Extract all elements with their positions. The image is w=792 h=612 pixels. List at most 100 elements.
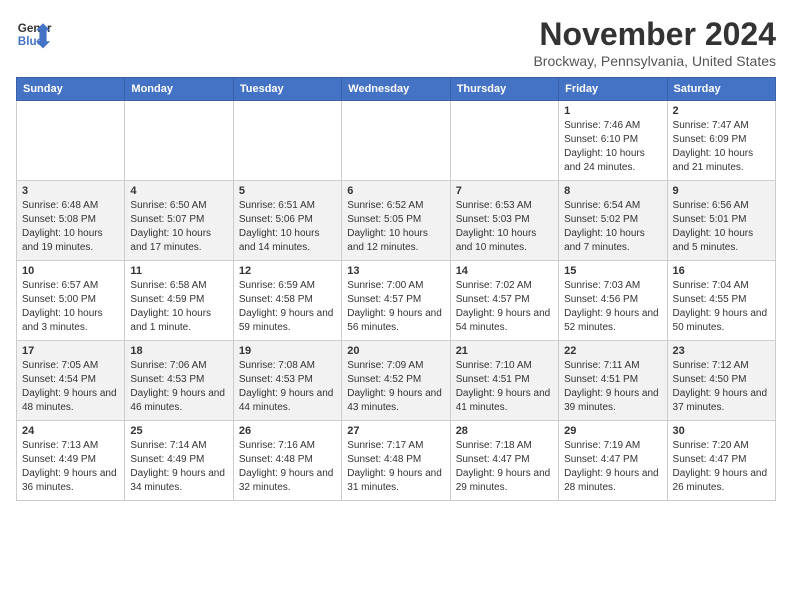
calendar-header: SundayMondayTuesdayWednesdayThursdayFrid… — [17, 78, 776, 101]
calendar-day-cell: 25 Sunrise: 7:14 AM Sunset: 4:49 PM Dayli… — [125, 421, 233, 501]
day-number: 19 — [239, 345, 336, 357]
calendar-week-row: 1 Sunrise: 7:46 AM Sunset: 6:10 PM Daylig… — [17, 101, 776, 181]
calendar-day-cell: 13 Sunrise: 7:00 AM Sunset: 4:57 PM Dayli… — [342, 261, 450, 341]
day-number: 24 — [22, 425, 119, 437]
calendar-day-cell: 19 Sunrise: 7:08 AM Sunset: 4:53 PM Dayli… — [233, 341, 341, 421]
day-number: 12 — [239, 265, 336, 277]
day-of-week-header: Tuesday — [233, 78, 341, 101]
days-of-week-row: SundayMondayTuesdayWednesdayThursdayFrid… — [17, 78, 776, 101]
day-number: 23 — [673, 345, 770, 357]
calendar-day-cell — [450, 101, 558, 181]
calendar-day-cell: 22 Sunrise: 7:11 AM Sunset: 4:51 PM Dayli… — [559, 341, 667, 421]
day-number: 11 — [130, 265, 227, 277]
day-number: 1 — [564, 105, 661, 117]
day-info: Sunrise: 7:03 AM Sunset: 4:56 PM Dayligh… — [564, 279, 661, 335]
calendar-day-cell: 23 Sunrise: 7:12 AM Sunset: 4:50 PM Dayli… — [667, 341, 775, 421]
calendar-day-cell — [342, 101, 450, 181]
day-info: Sunrise: 7:05 AM Sunset: 4:54 PM Dayligh… — [22, 359, 119, 415]
calendar-day-cell — [17, 101, 125, 181]
calendar-day-cell — [125, 101, 233, 181]
day-info: Sunrise: 7:12 AM Sunset: 4:50 PM Dayligh… — [673, 359, 770, 415]
day-number: 10 — [22, 265, 119, 277]
day-number: 8 — [564, 185, 661, 197]
day-number: 30 — [673, 425, 770, 437]
day-info: Sunrise: 7:46 AM Sunset: 6:10 PM Dayligh… — [564, 119, 661, 175]
day-number: 22 — [564, 345, 661, 357]
day-info: Sunrise: 7:20 AM Sunset: 4:47 PM Dayligh… — [673, 439, 770, 495]
day-number: 16 — [673, 265, 770, 277]
logo-icon: General Blue — [16, 16, 52, 52]
calendar-day-cell: 4Sunrise: 6:50 AM Sunset: 5:07 PM Daylig… — [125, 181, 233, 261]
day-info: Sunrise: 7:00 AM Sunset: 4:57 PM Dayligh… — [347, 279, 444, 335]
day-number: 7 — [456, 185, 553, 197]
calendar-day-cell: 26 Sunrise: 7:16 AM Sunset: 4:48 PM Dayli… — [233, 421, 341, 501]
calendar-day-cell: 30 Sunrise: 7:20 AM Sunset: 4:47 PM Dayli… — [667, 421, 775, 501]
day-of-week-header: Saturday — [667, 78, 775, 101]
day-info: Sunrise: 7:47 AM Sunset: 6:09 PM Dayligh… — [673, 119, 770, 175]
day-number: 3 — [22, 185, 119, 197]
calendar-day-cell: 3 Sunrise: 6:48 AM Sunset: 5:08 PM Daylig… — [17, 181, 125, 261]
calendar-day-cell: 18 Sunrise: 7:06 AM Sunset: 4:53 PM Dayli… — [125, 341, 233, 421]
day-info: Sunrise: 6:51 AM Sunset: 5:06 PM Dayligh… — [239, 199, 336, 255]
day-number: 28 — [456, 425, 553, 437]
day-info: Sunrise: 7:06 AM Sunset: 4:53 PM Dayligh… — [130, 359, 227, 415]
day-number: 4 — [130, 185, 227, 197]
calendar-day-cell — [233, 101, 341, 181]
day-info: Sunrise: 6:48 AM Sunset: 5:08 PM Dayligh… — [22, 199, 119, 255]
calendar-day-cell: 21 Sunrise: 7:10 AM Sunset: 4:51 PM Dayli… — [450, 341, 558, 421]
day-number: 2 — [673, 105, 770, 117]
title-area: November 2024 Brockway, Pennsylvania, Un… — [533, 16, 776, 69]
day-of-week-header: Monday — [125, 78, 233, 101]
logo: General Blue — [16, 16, 52, 52]
calendar-day-cell: 10Sunrise: 6:57 AM Sunset: 5:00 PM Dayli… — [17, 261, 125, 341]
day-of-week-header: Thursday — [450, 78, 558, 101]
day-info: Sunrise: 6:53 AM Sunset: 5:03 PM Dayligh… — [456, 199, 553, 255]
day-info: Sunrise: 7:08 AM Sunset: 4:53 PM Dayligh… — [239, 359, 336, 415]
day-number: 27 — [347, 425, 444, 437]
day-number: 29 — [564, 425, 661, 437]
calendar-week-row: 24 Sunrise: 7:13 AM Sunset: 4:49 PM Dayli… — [17, 421, 776, 501]
calendar-week-row: 10Sunrise: 6:57 AM Sunset: 5:00 PM Dayli… — [17, 261, 776, 341]
calendar-day-cell: 6Sunrise: 6:52 AM Sunset: 5:05 PM Daylig… — [342, 181, 450, 261]
calendar-day-cell: 24 Sunrise: 7:13 AM Sunset: 4:49 PM Dayli… — [17, 421, 125, 501]
day-number: 15 — [564, 265, 661, 277]
month-title: November 2024 — [533, 16, 776, 53]
day-number: 13 — [347, 265, 444, 277]
calendar-day-cell: 11Sunrise: 6:58 AM Sunset: 4:59 PM Dayli… — [125, 261, 233, 341]
day-number: 5 — [239, 185, 336, 197]
day-info: Sunrise: 7:04 AM Sunset: 4:55 PM Dayligh… — [673, 279, 770, 335]
calendar-day-cell: 9Sunrise: 6:56 AM Sunset: 5:01 PM Daylig… — [667, 181, 775, 261]
calendar-day-cell: 7 Sunrise: 6:53 AM Sunset: 5:03 PM Daylig… — [450, 181, 558, 261]
calendar-week-row: 3 Sunrise: 6:48 AM Sunset: 5:08 PM Daylig… — [17, 181, 776, 261]
day-number: 26 — [239, 425, 336, 437]
calendar-day-cell: 15 Sunrise: 7:03 AM Sunset: 4:56 PM Dayli… — [559, 261, 667, 341]
calendar-body: 1 Sunrise: 7:46 AM Sunset: 6:10 PM Daylig… — [17, 101, 776, 501]
day-info: Sunrise: 7:14 AM Sunset: 4:49 PM Dayligh… — [130, 439, 227, 495]
day-info: Sunrise: 7:13 AM Sunset: 4:49 PM Dayligh… — [22, 439, 119, 495]
day-number: 21 — [456, 345, 553, 357]
calendar-day-cell: 5 Sunrise: 6:51 AM Sunset: 5:06 PM Daylig… — [233, 181, 341, 261]
calendar-day-cell: 28 Sunrise: 7:18 AM Sunset: 4:47 PM Dayli… — [450, 421, 558, 501]
day-info: Sunrise: 7:18 AM Sunset: 4:47 PM Dayligh… — [456, 439, 553, 495]
day-info: Sunrise: 7:10 AM Sunset: 4:51 PM Dayligh… — [456, 359, 553, 415]
day-number: 6 — [347, 185, 444, 197]
day-info: Sunrise: 7:16 AM Sunset: 4:48 PM Dayligh… — [239, 439, 336, 495]
day-info: Sunrise: 6:54 AM Sunset: 5:02 PM Dayligh… — [564, 199, 661, 255]
calendar-day-cell: 8 Sunrise: 6:54 AM Sunset: 5:02 PM Daylig… — [559, 181, 667, 261]
day-number: 14 — [456, 265, 553, 277]
day-of-week-header: Sunday — [17, 78, 125, 101]
day-info: Sunrise: 7:19 AM Sunset: 4:47 PM Dayligh… — [564, 439, 661, 495]
calendar-day-cell: 17 Sunrise: 7:05 AM Sunset: 4:54 PM Dayli… — [17, 341, 125, 421]
calendar-day-cell: 2 Sunrise: 7:47 AM Sunset: 6:09 PM Daylig… — [667, 101, 775, 181]
page-header: General Blue November 2024 Brockway, Pen… — [16, 16, 776, 69]
day-info: Sunrise: 7:17 AM Sunset: 4:48 PM Dayligh… — [347, 439, 444, 495]
calendar-day-cell: 14 Sunrise: 7:02 AM Sunset: 4:57 PM Dayli… — [450, 261, 558, 341]
calendar-day-cell: 20Sunrise: 7:09 AM Sunset: 4:52 PM Dayli… — [342, 341, 450, 421]
calendar-day-cell: 16 Sunrise: 7:04 AM Sunset: 4:55 PM Dayli… — [667, 261, 775, 341]
day-info: Sunrise: 7:02 AM Sunset: 4:57 PM Dayligh… — [456, 279, 553, 335]
day-number: 17 — [22, 345, 119, 357]
day-number: 18 — [130, 345, 227, 357]
day-number: 25 — [130, 425, 227, 437]
day-info: Sunrise: 7:11 AM Sunset: 4:51 PM Dayligh… — [564, 359, 661, 415]
day-number: 9 — [673, 185, 770, 197]
